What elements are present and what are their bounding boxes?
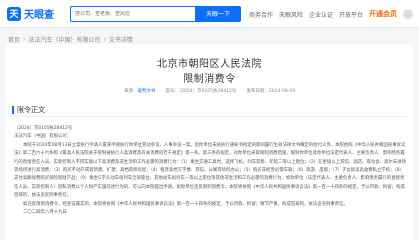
breadcrumb-company[interactable]: 法法汽车（中国）有限公司 — [28, 35, 100, 44]
section-bar-icon — [12, 106, 14, 114]
breadcrumb-separator-icon: › — [23, 36, 26, 43]
header-link-open[interactable]: 开放平台 — [339, 10, 363, 19]
section-title: 限令正文 — [17, 106, 45, 114]
top-header: 天 天眼查 天眼一下 商务合作 天眼风险 企业认证 开放平台 开通会员 — [0, 0, 419, 28]
document-title-type: 限制消费令 — [183, 74, 236, 85]
vip-button[interactable]: 开通会员 — [369, 9, 397, 19]
meta-source: 来源：裁判文书 — [124, 88, 156, 94]
search-input[interactable] — [75, 10, 195, 17]
header-link-risk[interactable]: 天眼风险 — [279, 10, 303, 19]
logo-text: 天眼查 — [24, 10, 54, 21]
header-link-business[interactable]: 商务合作 — [249, 10, 273, 19]
header-link-cert[interactable]: 企业认证 — [309, 10, 333, 19]
section-header: 限令正文 — [12, 105, 45, 115]
paragraph-warning: 如违反限制消费令，经查证属实的，本院将依照《中华人民共和国民事诉讼法》第一百一十… — [23, 201, 348, 207]
meta-source-value[interactable]: 裁判文书 — [137, 89, 155, 94]
paragraph-addressee: 法法汽车（中国）有限公司： — [14, 134, 72, 140]
logo-mark-icon: 天 — [7, 6, 21, 21]
page-root: 天 天眼查 天眼一下 商务合作 天眼风险 企业认证 开放平台 开通会员 首页 ›… — [0, 0, 419, 240]
meta-date: 发布日期：2024-08-19 — [246, 89, 296, 94]
document-body-text: （2024）京0105执28412号 法法汽车（中国）有限公司： 本院于2024… — [14, 125, 408, 217]
header-links: 商务合作 天眼风险 企业认证 开放平台 开通会员 — [249, 9, 413, 19]
divider — [12, 116, 407, 117]
search-box — [70, 5, 195, 22]
paragraph-case-no: （2024）京0105执28412号 — [14, 126, 73, 131]
paragraph-main: 本院于2024年08月13日立案执行申请人雷某申请执行你单位劳动争议、人事争议一… — [14, 142, 406, 199]
breadcrumb-separator-icon: › — [103, 36, 106, 43]
meta-case-no: 案号：（2024）京0105执28412号 — [165, 89, 237, 94]
avatar[interactable] — [403, 9, 413, 19]
breadcrumb-current: 文书详情 — [108, 37, 133, 44]
meta-source-label: 来源： — [123, 89, 138, 94]
site-logo[interactable]: 天 天眼查 — [7, 6, 54, 21]
breadcrumb-home[interactable]: 首页 — [8, 35, 20, 44]
document-body-card: 限令正文 （2024）京0105执28412号 法法汽车（中国）有限公司： 本院… — [6, 101, 413, 240]
document-title-court: 北京市朝阳区人民法院 — [157, 59, 262, 70]
document-meta: 来源：裁判文书 案号：（2024）京0105执28412号 发布日期：2024-… — [6, 88, 413, 94]
search-button[interactable]: 天眼一下 — [195, 5, 241, 22]
breadcrumb: 首页 › 法法汽车（中国）有限公司 › 文书详情 — [8, 35, 133, 44]
paragraph-date: 二〇二四年八月十九日 — [23, 210, 67, 216]
